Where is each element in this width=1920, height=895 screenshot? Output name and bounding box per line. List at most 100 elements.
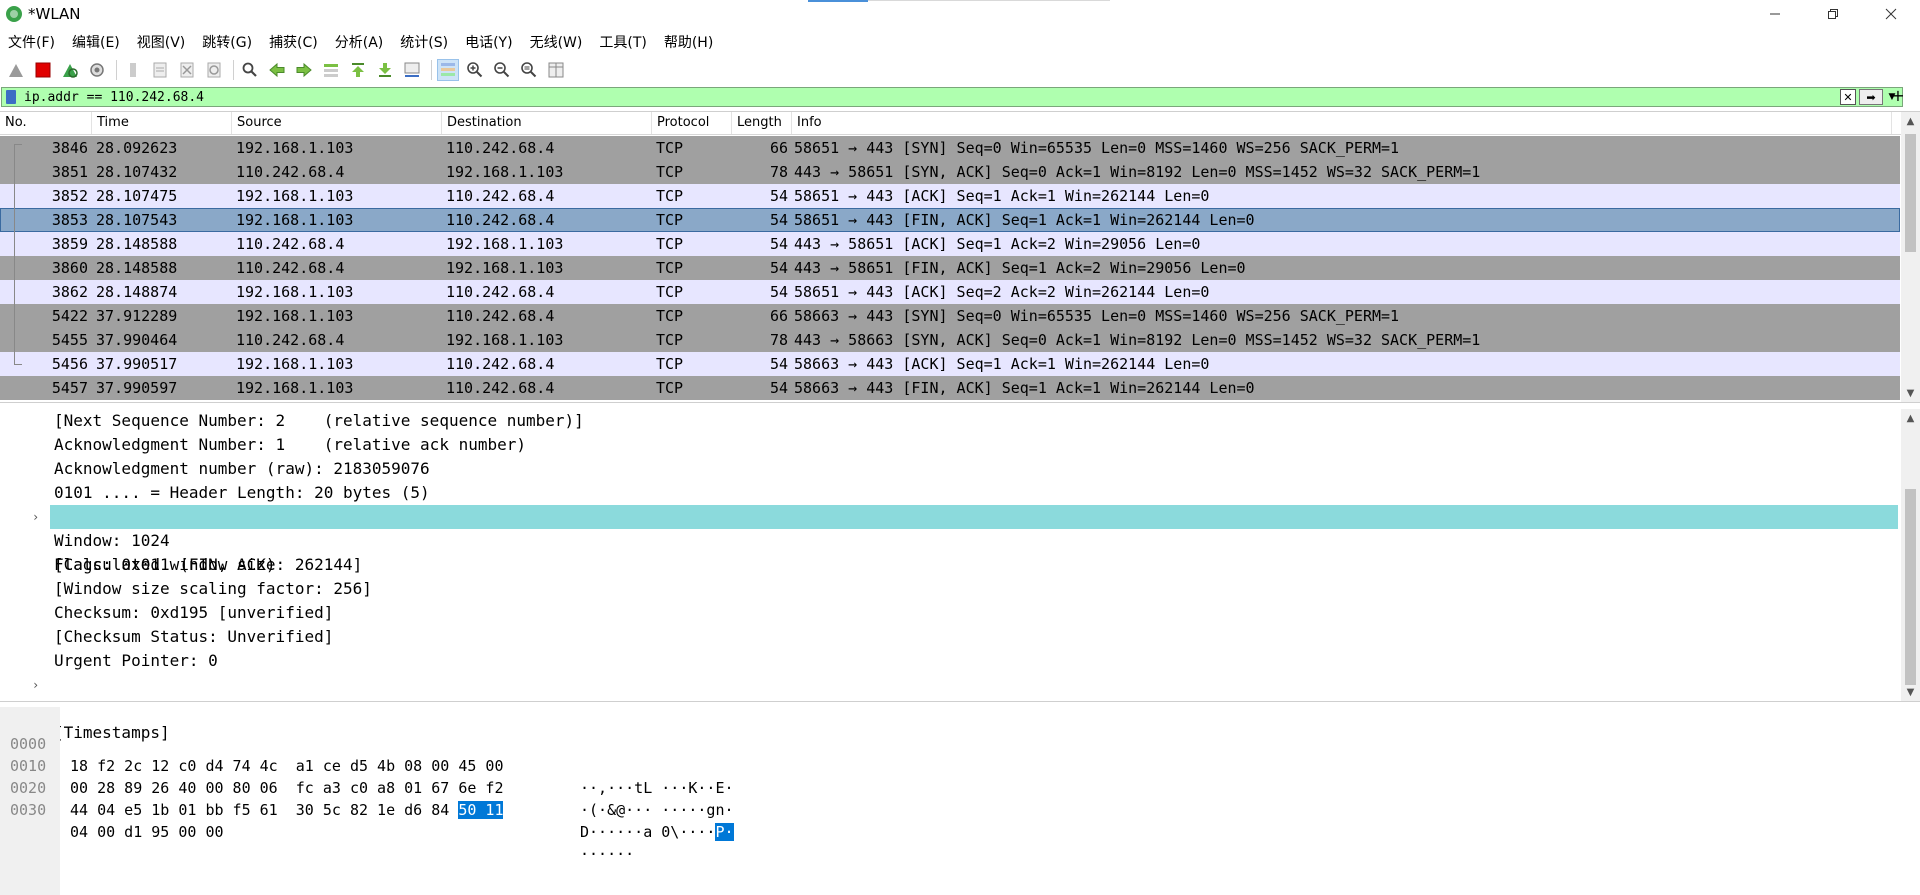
detail-line[interactable]: [Calculated window size: 262144]: [0, 553, 1900, 577]
packet-time: 28.107432: [96, 163, 178, 181]
start-capture-button[interactable]: [6, 60, 26, 80]
bytes-row[interactable]: 0010 00 28 89 26 40 00 80 06 fc a3 c0 a8…: [0, 733, 1900, 819]
close-button[interactable]: [1862, 0, 1920, 28]
packet-info: 58663 → 443 [SYN] Seq=0 Win=65535 Len=0 …: [794, 307, 1400, 325]
menu-capture[interactable]: 捕获(C): [261, 32, 327, 52]
first-packet-button[interactable]: [348, 60, 368, 80]
menu-help[interactable]: 帮助(H): [656, 32, 722, 52]
packet-row[interactable]: 3852 28.107475 192.168.1.103 110.242.68.…: [0, 184, 1900, 208]
detail-line[interactable]: [Next Sequence Number: 2 (relative seque…: [0, 409, 1900, 433]
packet-protocol: TCP: [656, 355, 684, 373]
capture-options-button[interactable]: [87, 60, 107, 80]
menu-file[interactable]: 文件(F): [0, 32, 64, 52]
menu-tools[interactable]: 工具(T): [591, 32, 655, 52]
column-time[interactable]: Time: [92, 112, 232, 134]
packet-row[interactable]: 5455 37.990464 110.242.68.4 192.168.1.10…: [0, 328, 1900, 352]
clear-filter-button[interactable]: ✕: [1840, 89, 1856, 105]
column-source[interactable]: Source: [232, 112, 442, 134]
menu-telephony[interactable]: 电话(Y): [457, 32, 521, 52]
find-packet-button[interactable]: [240, 60, 260, 80]
detail-line[interactable]: Acknowledgment number (raw): 2183059076: [0, 457, 1900, 481]
minimize-icon: [1770, 13, 1780, 15]
menu-wireless[interactable]: 无线(W): [522, 32, 592, 52]
filter-bookmark-icon[interactable]: [6, 90, 16, 104]
detail-line[interactable]: Checksum: 0xd195 [unverified]: [0, 601, 1900, 625]
packet-list-header: No. Time Source Destination Protocol Len…: [0, 112, 1920, 135]
maximize-button[interactable]: [1804, 0, 1862, 28]
scroll-up-icon[interactable]: ▲: [1901, 409, 1920, 427]
title-accent: [808, 0, 868, 2]
packet-row[interactable]: 5456 37.990517 192.168.1.103 110.242.68.…: [0, 352, 1900, 376]
autoscroll-button[interactable]: [402, 60, 422, 80]
column-destination[interactable]: Destination: [442, 112, 652, 134]
packet-destination: 110.242.68.4: [446, 379, 555, 397]
scrollbar-thumb[interactable]: [1905, 134, 1916, 252]
packet-time: 37.990517: [96, 355, 178, 373]
menu-edit[interactable]: 编辑(E): [64, 32, 129, 52]
save-file-button[interactable]: [150, 60, 170, 80]
packet-list-scrollbar[interactable]: ▲ ▼: [1901, 112, 1920, 402]
zoom-in-button[interactable]: [465, 60, 485, 80]
packet-protocol: TCP: [656, 331, 684, 349]
menu-view[interactable]: 视图(V): [129, 32, 195, 52]
scroll-up-icon[interactable]: ▲: [1901, 112, 1920, 130]
packet-protocol: TCP: [656, 187, 684, 205]
bytes-row[interactable]: 0000 18 f2 2c 12 c0 d4 74 4c a1 ce d5 4b…: [0, 711, 1900, 797]
menu-analyze[interactable]: 分析(A): [327, 32, 393, 52]
last-packet-button[interactable]: [375, 60, 395, 80]
packet-row[interactable]: 3851 28.107432 110.242.68.4 192.168.1.10…: [0, 160, 1900, 184]
packet-row[interactable]: 3860 28.148588 110.242.68.4 192.168.1.10…: [0, 256, 1900, 280]
detail-line[interactable]: 0101 .... = Header Length: 20 bytes (5): [0, 481, 1900, 505]
packet-row[interactable]: 3862 28.148874 192.168.1.103 110.242.68.…: [0, 280, 1900, 304]
display-filter-input[interactable]: [24, 89, 1724, 105]
detail-line[interactable]: Urgent Pointer: 0: [0, 649, 1900, 673]
column-length[interactable]: Length: [732, 112, 792, 134]
go-back-button[interactable]: [267, 60, 287, 80]
packet-row[interactable]: 3846 28.092623 192.168.1.103 110.242.68.…: [0, 136, 1900, 160]
zoom-out-button[interactable]: [492, 60, 512, 80]
detail-line[interactable]: Acknowledgment Number: 1 (relative ack n…: [0, 433, 1900, 457]
expand-chevron-icon[interactable]: ›: [32, 505, 39, 529]
column-protocol[interactable]: Protocol: [652, 112, 732, 134]
apply-filter-button[interactable]: ➡: [1859, 89, 1883, 105]
go-forward-button[interactable]: [294, 60, 314, 80]
bytes-offset: 0030: [10, 801, 47, 819]
scroll-down-icon[interactable]: ▼: [1901, 384, 1920, 402]
colorize-button[interactable]: [437, 59, 459, 81]
packet-row[interactable]: 5457 37.990597 192.168.1.103 110.242.68.…: [0, 376, 1900, 400]
minimize-button[interactable]: [1746, 0, 1804, 28]
detail-line[interactable]: [Window size scaling factor: 256]: [0, 577, 1900, 601]
column-info[interactable]: Info: [792, 112, 1892, 134]
packet-row[interactable]: 5422 37.912289 192.168.1.103 110.242.68.…: [0, 304, 1900, 328]
packet-row[interactable]: 3859 28.148588 110.242.68.4 192.168.1.10…: [0, 232, 1900, 256]
expand-chevron-icon[interactable]: ›: [32, 673, 39, 697]
close-icon: [1885, 8, 1897, 20]
scroll-down-icon[interactable]: ▼: [1901, 683, 1920, 701]
scrollbar-thumb[interactable]: [1905, 489, 1916, 685]
detail-line[interactable]: Window: 1024: [0, 529, 1900, 553]
details-scrollbar[interactable]: ▲ ▼: [1901, 409, 1920, 701]
column-no[interactable]: No.: [0, 112, 92, 134]
packet-info: 58651 → 443 [ACK] Seq=1 Ack=1 Win=262144…: [794, 187, 1210, 205]
packet-protocol: TCP: [656, 379, 684, 397]
open-file-button[interactable]: [123, 60, 143, 80]
packet-destination: 110.242.68.4: [446, 283, 555, 301]
detail-line-flags-selected[interactable]: › Flags: 0x011 (FIN, ACK): [32, 505, 1898, 574]
bytes-row[interactable]: 0020 44 04 e5 1b 01 bb f5 61 30 5c 82 1e…: [0, 755, 1900, 841]
detail-line[interactable]: [Checksum Status: Unverified]: [0, 625, 1900, 649]
close-file-button[interactable]: [177, 60, 197, 80]
go-to-packet-button[interactable]: [321, 60, 341, 80]
add-filter-button[interactable]: +: [1890, 86, 1906, 105]
menu-go[interactable]: 跳转(G): [194, 32, 261, 52]
restart-capture-button[interactable]: [60, 60, 80, 80]
packet-row-selected[interactable]: 3853 28.107543 192.168.1.103 110.242.68.…: [0, 208, 1900, 232]
zoom-reset-button[interactable]: [519, 60, 539, 80]
packet-destination: 192.168.1.103: [446, 235, 564, 253]
stop-capture-button[interactable]: [33, 60, 53, 80]
detail-line-timestamps[interactable]: › [Timestamps]: [0, 673, 1900, 742]
packet-destination: 110.242.68.4: [446, 211, 555, 229]
menu-statistics[interactable]: 统计(S): [392, 32, 457, 52]
resize-columns-button[interactable]: [546, 60, 566, 80]
reload-file-button[interactable]: [204, 60, 224, 80]
bytes-row[interactable]: 0030 04 00 d1 95 00 00 ······: [0, 777, 1900, 863]
